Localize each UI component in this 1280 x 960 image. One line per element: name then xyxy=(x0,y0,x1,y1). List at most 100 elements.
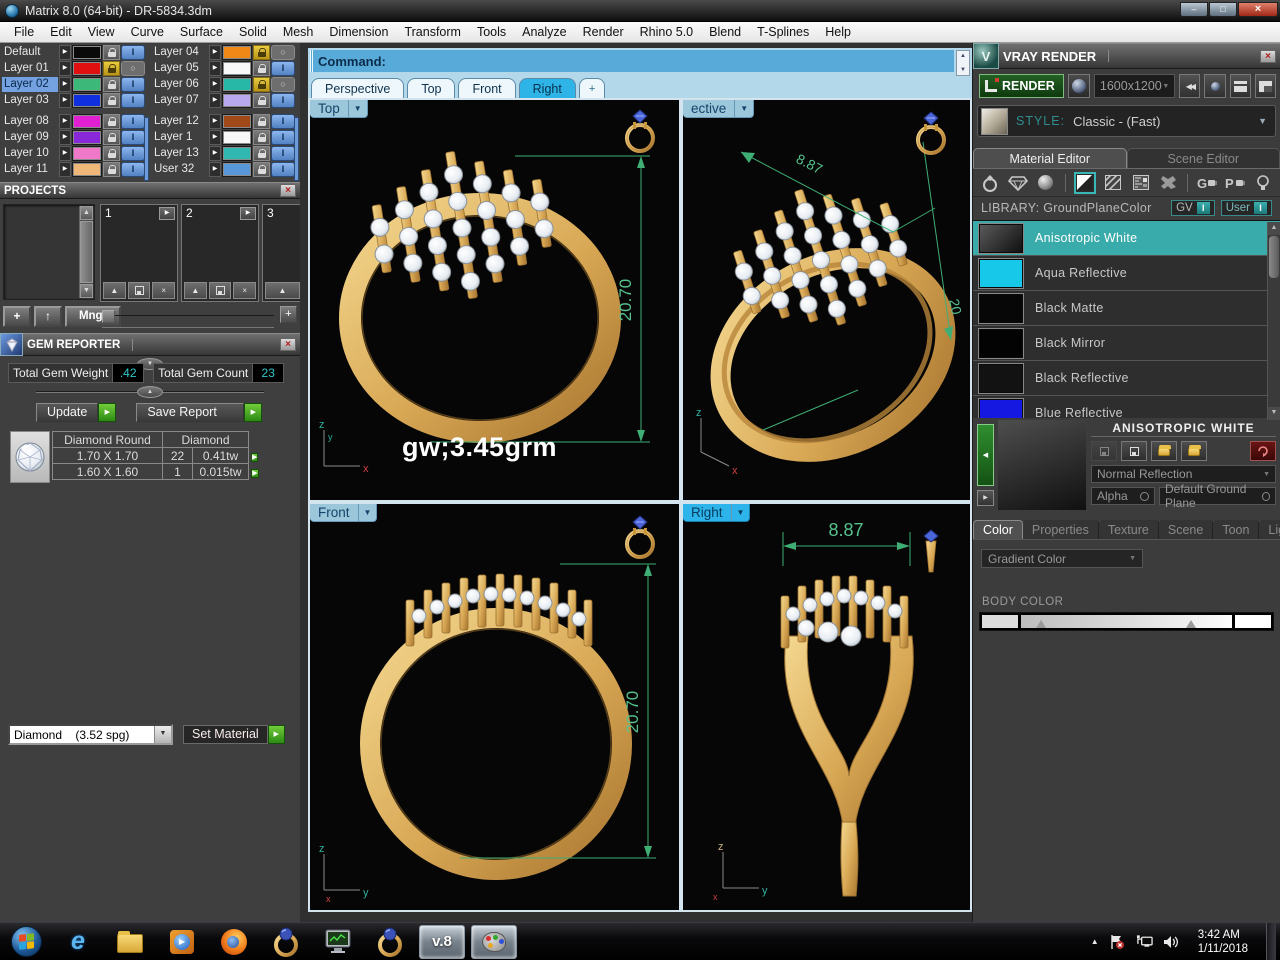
render-settings-button[interactable] xyxy=(1204,74,1226,98)
viewport-top[interactable]: 20.70 z y x gw;3.45grm Top ▼ xyxy=(308,98,681,502)
layer-expand-button[interactable]: ▶ xyxy=(209,45,221,60)
menu-item-blend[interactable]: Blend xyxy=(701,22,749,42)
taskbar-jewelry-app-2[interactable] xyxy=(364,923,416,960)
material-item[interactable]: Aqua Reflective xyxy=(973,256,1280,291)
taskbar-firefox[interactable] xyxy=(208,923,260,960)
layer-lock-button[interactable] xyxy=(103,130,120,145)
start-button[interactable] xyxy=(0,923,52,960)
layer-visibility-toggle[interactable]: I xyxy=(121,114,145,129)
render-style-dropdown[interactable]: STYLE: Classic - (Fast) ▼ xyxy=(977,105,1276,137)
layer-color-swatch[interactable] xyxy=(222,162,252,177)
import-material-button[interactable] xyxy=(1181,441,1207,461)
p-link-icon[interactable]: P xyxy=(1224,172,1246,194)
hatch-material-icon[interactable] xyxy=(1102,172,1124,194)
radio-icon[interactable] xyxy=(1140,491,1149,501)
menu-item-help[interactable]: Help xyxy=(817,22,859,42)
layer-color-swatch[interactable] xyxy=(72,77,102,92)
gv-toggle-button[interactable]: GV I xyxy=(1171,200,1215,216)
save-material-button[interactable] xyxy=(1091,441,1117,461)
layer-name[interactable]: Layer 02 xyxy=(2,77,58,92)
layer-lock-button[interactable] xyxy=(253,93,270,108)
command-input[interactable]: Command: xyxy=(310,50,954,72)
layer-lock-button[interactable] xyxy=(253,162,270,177)
projects-close-icon[interactable]: × xyxy=(280,184,296,197)
gradient-handle[interactable] xyxy=(1035,620,1046,628)
preview-expand-button[interactable]: ▶ xyxy=(977,490,994,506)
user-toggle-button[interactable]: User I xyxy=(1220,200,1272,216)
layer-name[interactable]: Default xyxy=(2,45,58,60)
gradient-material-icon[interactable] xyxy=(1073,171,1096,194)
layer-color-swatch[interactable] xyxy=(222,130,252,145)
layer-expand-button[interactable]: ▶ xyxy=(59,162,71,177)
menu-item-solid[interactable]: Solid xyxy=(231,22,275,42)
viewport-label-perspective[interactable]: ective ▼ xyxy=(683,100,755,118)
texture-material-icon[interactable] xyxy=(1130,172,1152,194)
project-add-button[interactable]: + xyxy=(3,306,31,327)
layer-visibility-toggle[interactable]: ○ xyxy=(121,61,145,76)
action-center-icon[interactable] xyxy=(1109,933,1126,950)
layer-expand-button[interactable]: ▶ xyxy=(59,45,71,60)
layer-color-swatch[interactable] xyxy=(222,114,252,129)
tab-material-editor[interactable]: Material Editor xyxy=(973,148,1127,168)
reflection-dropdown[interactable]: Normal Reflection ▼ xyxy=(1091,465,1276,483)
layer-expand-button[interactable]: ▶ xyxy=(209,162,221,177)
layer-visibility-toggle[interactable]: I xyxy=(271,162,295,177)
scroll-thumb[interactable] xyxy=(1269,236,1279,278)
view-tab-perspective[interactable]: Perspective xyxy=(311,78,405,99)
layer-expand-button[interactable]: ▶ xyxy=(59,61,71,76)
viewport-perspective[interactable]: 8.87 20 z x ective ▼ xyxy=(681,98,972,502)
preview-collapse-button[interactable]: ◀ xyxy=(977,424,994,486)
layer-lock-button[interactable] xyxy=(103,61,120,76)
project-slot[interactable]: 1 ▶ ▲ × xyxy=(100,204,178,302)
layer-lock-button[interactable] xyxy=(103,77,120,92)
noise-material-icon[interactable] xyxy=(1158,172,1180,194)
body-color-slider[interactable] xyxy=(979,612,1274,631)
run-icon[interactable]: ▶ xyxy=(267,725,285,744)
render-list-button[interactable] xyxy=(1229,74,1251,98)
layer-expand-button[interactable]: ▶ xyxy=(59,77,71,92)
layer-name[interactable]: Layer 10 xyxy=(2,146,58,161)
material-select-dropdown[interactable]: Diamond (3.52 spg) ▼ xyxy=(8,724,173,745)
alpha-toggle[interactable]: Alpha xyxy=(1091,487,1155,505)
layer-visibility-toggle[interactable]: ○ xyxy=(271,77,295,92)
layers-scrollbar[interactable] xyxy=(294,117,299,181)
layer-lock-button[interactable] xyxy=(103,162,120,177)
ring-filter-icon[interactable] xyxy=(979,172,1001,194)
maximize-button[interactable]: □ xyxy=(1209,2,1237,17)
layer-name[interactable]: Layer 04 xyxy=(152,45,208,60)
layer-name[interactable]: Layer 05 xyxy=(152,61,208,76)
splitter-handle[interactable]: ▲ xyxy=(137,386,163,398)
layer-expand-button[interactable]: ▶ xyxy=(59,114,71,129)
project-save-button[interactable] xyxy=(127,282,151,299)
row-action-button[interactable]: ▶ xyxy=(251,452,259,462)
viewport-label-right[interactable]: Right ▼ xyxy=(683,504,751,522)
layer-visibility-toggle[interactable]: I xyxy=(271,93,295,108)
layer-expand-button[interactable]: ▶ xyxy=(209,77,221,92)
tab-color[interactable]: Color xyxy=(973,520,1023,539)
layer-color-swatch[interactable] xyxy=(72,130,102,145)
network-icon[interactable] xyxy=(1136,933,1153,950)
body-color-start-swatch[interactable] xyxy=(982,615,1018,628)
layer-expand-button[interactable]: ▶ xyxy=(209,130,221,145)
chevron-down-icon[interactable]: ▼ xyxy=(1258,116,1267,126)
menu-item-transform[interactable]: Transform xyxy=(396,22,469,42)
refresh-preview-button[interactable] xyxy=(1250,441,1276,461)
layer-name[interactable]: Layer 12 xyxy=(152,114,208,129)
render-sphere-button[interactable] xyxy=(1067,74,1090,98)
chevron-down-icon[interactable]: ▼ xyxy=(347,100,367,117)
menu-item-view[interactable]: View xyxy=(80,22,123,42)
menu-item-tsplines[interactable]: T-Splines xyxy=(749,22,817,42)
layer-lock-button[interactable] xyxy=(253,77,270,92)
viewport-label-top[interactable]: Top ▼ xyxy=(310,100,368,118)
material-item[interactable]: Black Mirror xyxy=(973,326,1280,361)
layer-name[interactable]: Layer 06 xyxy=(152,77,208,92)
tab-scene-editor[interactable]: Scene Editor xyxy=(1126,148,1280,168)
layer-lock-button[interactable] xyxy=(253,61,270,76)
layer-expand-button[interactable]: ▶ xyxy=(209,146,221,161)
layers-scrollbar[interactable] xyxy=(144,117,149,181)
layer-visibility-toggle[interactable]: I xyxy=(121,93,145,108)
layer-color-swatch[interactable] xyxy=(222,61,252,76)
layer-name[interactable]: Layer 07 xyxy=(152,93,208,108)
material-item[interactable]: Anisotropic White xyxy=(973,221,1280,256)
taskbar-system-monitor[interactable] xyxy=(312,923,364,960)
